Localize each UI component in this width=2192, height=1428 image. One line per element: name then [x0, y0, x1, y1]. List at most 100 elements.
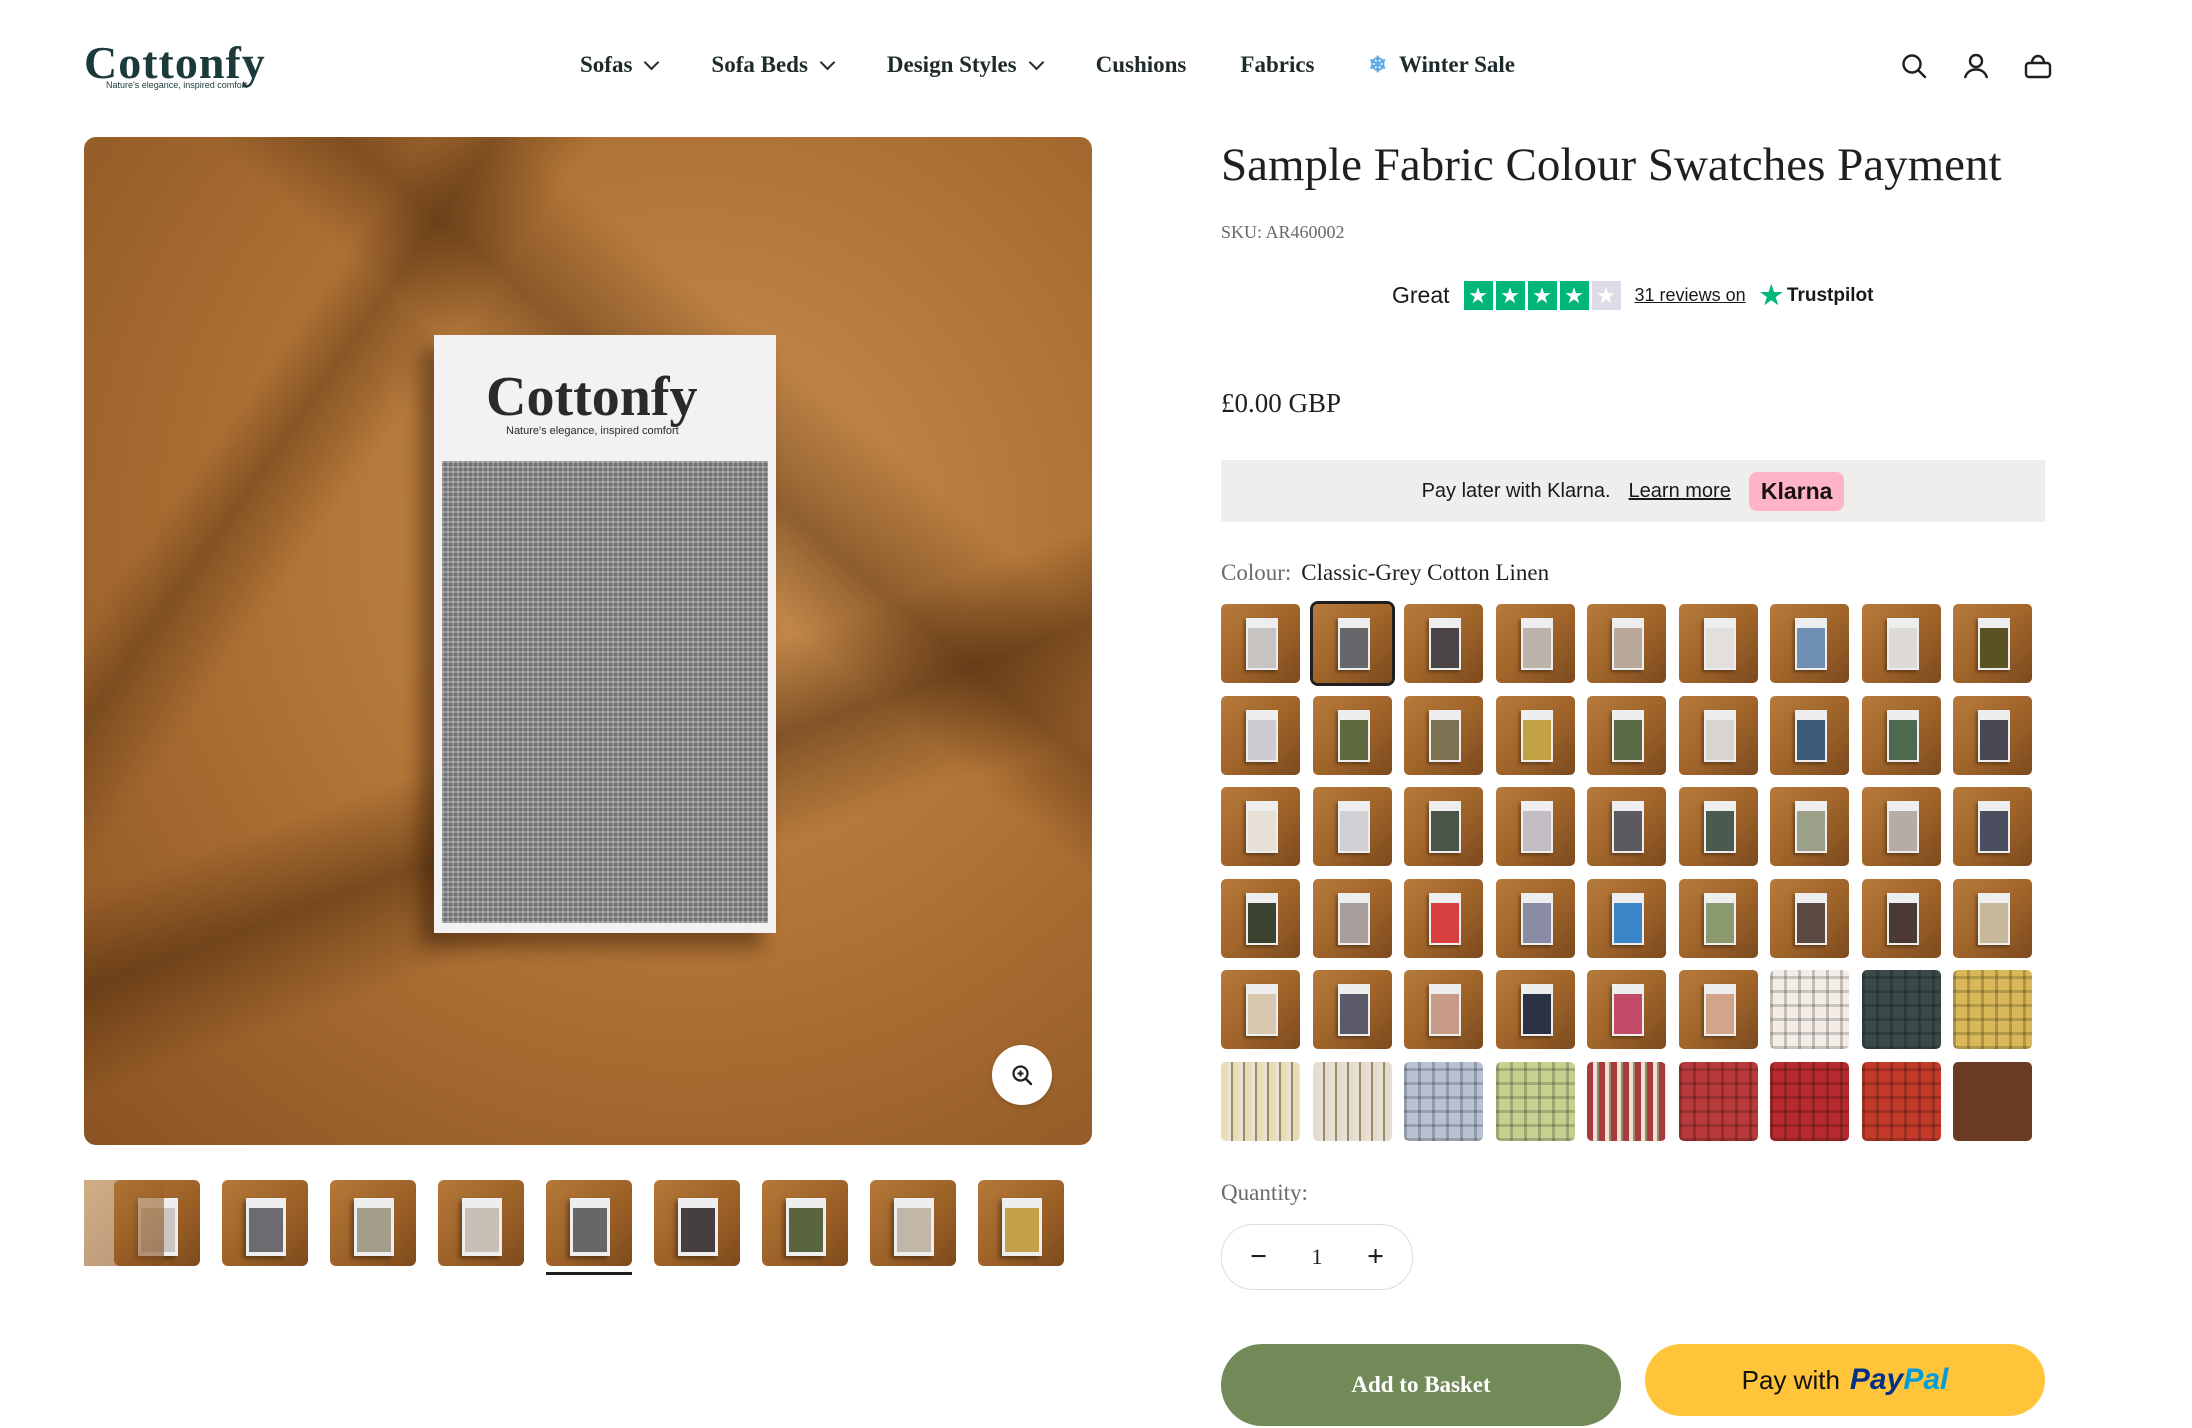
trustpilot-star-icon: ★ — [1759, 280, 1783, 310]
colour-swatch[interactable] — [1313, 1062, 1392, 1141]
zoom-in-icon — [1012, 1065, 1033, 1086]
colour-swatch[interactable] — [1587, 879, 1666, 958]
colour-swatch[interactable] — [1953, 696, 2032, 775]
nav-item-label: Cushions — [1095, 52, 1187, 77]
card-brand-name: Cottonfy — [486, 366, 698, 428]
product-thumbnail[interactable] — [870, 1180, 956, 1266]
colour-swatch[interactable] — [1862, 787, 1941, 866]
colour-swatch[interactable] — [1310, 601, 1395, 686]
colour-swatch[interactable] — [1404, 604, 1483, 683]
account-icon[interactable] — [1958, 48, 1994, 84]
colour-swatch[interactable] — [1587, 1062, 1666, 1141]
colour-swatch[interactable] — [1221, 970, 1300, 1049]
nav-item-fabrics[interactable]: Fabrics — [1240, 50, 1314, 80]
colour-swatch[interactable] — [1679, 879, 1758, 958]
colour-swatch[interactable] — [1862, 1062, 1941, 1141]
colour-swatch[interactable] — [1496, 696, 1575, 775]
colour-swatch[interactable] — [1496, 970, 1575, 1049]
quantity-value[interactable]: 1 — [1312, 1244, 1323, 1270]
colour-swatch[interactable] — [1313, 787, 1392, 866]
trustpilot-brand: Trustpilot — [1786, 284, 1874, 306]
colour-swatch[interactable] — [1770, 1062, 1849, 1141]
trustpilot-reviews-link[interactable]: 31 reviews on — [1635, 285, 1746, 306]
colour-swatch[interactable] — [1679, 696, 1758, 775]
klarna-badge: Klarna — [1748, 471, 1845, 511]
colour-swatch[interactable] — [1221, 696, 1300, 775]
colour-swatch[interactable] — [1221, 787, 1300, 866]
product-thumbnail[interactable] — [330, 1180, 416, 1266]
colour-swatch[interactable] — [1496, 879, 1575, 958]
product-main-image[interactable]: Cottonfy Nature's elegance, inspired com… — [84, 137, 1092, 1145]
colour-swatch[interactable] — [1770, 879, 1849, 958]
product-thumbnail[interactable] — [222, 1180, 308, 1266]
chevron-down-icon — [1028, 54, 1044, 70]
nav-item-sofa-beds[interactable]: Sofa Beds — [711, 50, 836, 80]
colour-swatch[interactable] — [1496, 1062, 1575, 1141]
product-price: £0.00 GBP — [1221, 388, 1342, 418]
colour-swatch[interactable] — [1953, 970, 2032, 1049]
star-icon: ★ — [1463, 281, 1493, 310]
nav-item-winter-sale[interactable]: ❄ Winter Sale — [1369, 50, 1516, 80]
colour-swatch[interactable] — [1404, 970, 1483, 1049]
colour-swatch[interactable] — [1953, 1062, 2032, 1141]
nav-item-design-styles[interactable]: Design Styles — [886, 50, 1044, 80]
thumbnail-strip — [84, 1180, 1092, 1276]
quantity-decrease-button[interactable]: − — [1239, 1240, 1279, 1274]
colour-swatch[interactable] — [1679, 1062, 1758, 1141]
colour-swatch[interactable] — [1953, 604, 2032, 683]
colour-swatch[interactable] — [1221, 879, 1300, 958]
trustpilot-widget[interactable]: Great ★ ★ ★ ★ ★ 31 reviews on ★ Trustpilo… — [1392, 280, 1873, 311]
colour-swatch[interactable] — [1587, 696, 1666, 775]
quantity-increase-button[interactable]: + — [1356, 1240, 1396, 1274]
colour-swatch[interactable] — [1404, 1062, 1483, 1141]
product-thumbnail-partial[interactable] — [84, 1180, 164, 1266]
main-nav: Sofas Sofa Beds Design Styles Cushions Fabri… — [580, 50, 1515, 80]
zoom-button[interactable] — [992, 1045, 1052, 1105]
colour-swatch[interactable] — [1404, 879, 1483, 958]
colour-value: Classic-Grey Cotton Linen — [1301, 560, 1550, 585]
search-icon[interactable] — [1896, 48, 1932, 84]
colour-swatch[interactable] — [1770, 970, 1849, 1049]
colour-selector-label: Colour: Classic-Grey Cotton Linen — [1221, 560, 1549, 586]
site-header: Cottonfy Nature's elegance, inspired com… — [0, 0, 2192, 130]
colour-swatch[interactable] — [1587, 604, 1666, 683]
colour-swatch[interactable] — [1679, 604, 1758, 683]
colour-swatch[interactable] — [1953, 787, 2032, 866]
product-thumbnail[interactable] — [654, 1180, 740, 1266]
colour-swatch[interactable] — [1862, 696, 1941, 775]
colour-swatch[interactable] — [1313, 696, 1392, 775]
colour-swatch[interactable] — [1862, 604, 1941, 683]
colour-swatch[interactable] — [1496, 604, 1575, 683]
colour-swatch[interactable] — [1862, 879, 1941, 958]
product-thumbnail[interactable] — [546, 1180, 632, 1266]
colour-swatch[interactable] — [1679, 787, 1758, 866]
colour-swatch[interactable] — [1587, 787, 1666, 866]
nav-item-label: Winter Sale — [1398, 52, 1516, 77]
paypal-button[interactable]: Pay with PayPal — [1645, 1344, 2045, 1416]
nav-item-cushions[interactable]: Cushions — [1096, 50, 1187, 80]
basket-icon[interactable] — [2020, 48, 2056, 84]
colour-swatch[interactable] — [1953, 879, 2032, 958]
colour-swatch[interactable] — [1587, 970, 1666, 1049]
product-thumbnail[interactable] — [438, 1180, 524, 1266]
product-thumbnail[interactable] — [762, 1180, 848, 1266]
colour-swatch[interactable] — [1862, 970, 1941, 1049]
nav-item-label: Design Styles — [886, 52, 1017, 77]
colour-swatch[interactable] — [1221, 604, 1300, 683]
colour-swatch[interactable] — [1404, 696, 1483, 775]
colour-swatch[interactable] — [1496, 787, 1575, 866]
colour-swatch[interactable] — [1679, 970, 1758, 1049]
nav-item-sofas[interactable]: Sofas — [580, 50, 660, 80]
colour-swatch[interactable] — [1770, 696, 1849, 775]
colour-swatch[interactable] — [1313, 970, 1392, 1049]
colour-swatch[interactable] — [1770, 604, 1849, 683]
klarna-learn-more-link[interactable]: Learn more — [1629, 480, 1731, 503]
star-icon: ★ — [1527, 281, 1557, 310]
add-to-basket-button[interactable]: Add to Basket — [1221, 1344, 1621, 1426]
colour-swatch[interactable] — [1770, 787, 1849, 866]
colour-swatch[interactable] — [1221, 1062, 1300, 1141]
brand-logo[interactable]: Cottonfy Nature's elegance, inspired com… — [84, 36, 284, 96]
colour-swatch[interactable] — [1313, 879, 1392, 958]
colour-swatch[interactable] — [1404, 787, 1483, 866]
product-thumbnail[interactable] — [978, 1180, 1064, 1266]
